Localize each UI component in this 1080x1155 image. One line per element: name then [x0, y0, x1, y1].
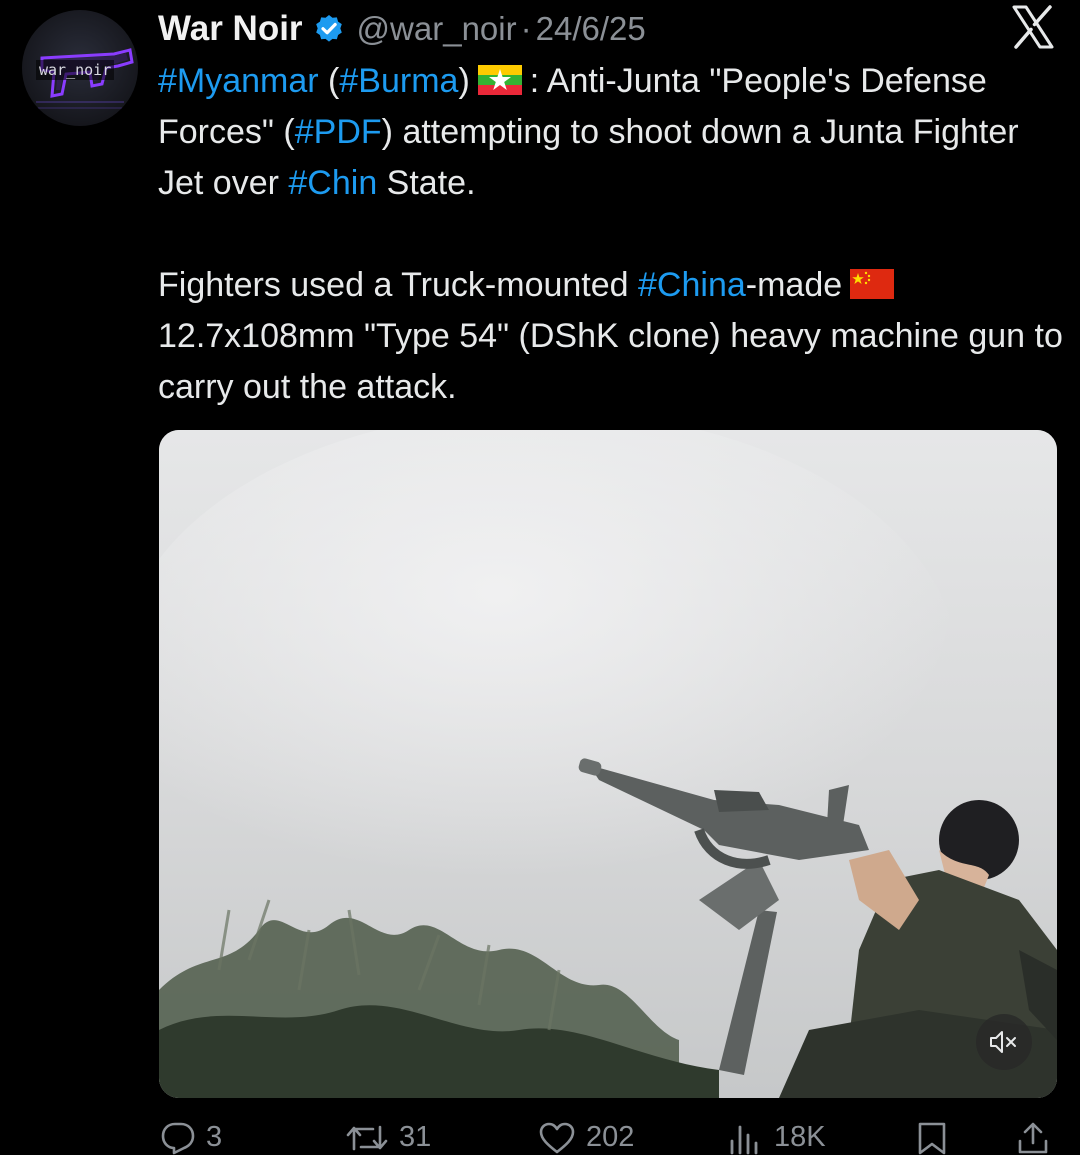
separator-dot: ·	[520, 10, 532, 47]
share-button[interactable]	[1016, 1120, 1060, 1155]
reply-bubble-icon	[161, 1122, 195, 1154]
hashtag-link[interactable]: #PDF	[295, 113, 382, 151]
x-logo-icon[interactable]	[1010, 4, 1056, 50]
hashtag-link[interactable]: #Burma	[339, 62, 458, 100]
verified-badge-icon	[315, 15, 342, 42]
bookmark-button[interactable]	[916, 1120, 958, 1155]
hashtag-link[interactable]: #Myanmar	[158, 62, 319, 100]
avatar-label: war_noir	[36, 60, 115, 80]
views-bar-icon	[730, 1125, 758, 1154]
china-flag-icon	[850, 269, 895, 299]
heart-icon	[539, 1122, 575, 1153]
like-count: 202	[586, 1121, 635, 1153]
avatar[interactable]: war_noir	[22, 10, 138, 126]
views-count: 18K	[774, 1121, 826, 1153]
repost-button[interactable]: 31	[345, 1120, 431, 1155]
bookmark-icon	[918, 1122, 946, 1154]
tweet-text-segment: )	[458, 62, 470, 100]
reply-button[interactable]: 3	[160, 1120, 222, 1155]
views-button[interactable]: 18K	[728, 1120, 826, 1155]
tweet-text-segment: (	[318, 62, 340, 100]
author-name[interactable]: War Noir	[158, 9, 303, 49]
tweet-text: #Myanmar (#Burma): Anti-Junta "People's …	[158, 56, 1063, 413]
post-date[interactable]: 24/6/25	[536, 10, 646, 48]
author-handle[interactable]: @war_noir	[357, 10, 517, 48]
hashtag-link[interactable]: #Chin	[288, 164, 377, 202]
share-icon	[1018, 1122, 1048, 1153]
mute-button[interactable]	[976, 1014, 1032, 1070]
tweet-text-segment: -made	[745, 266, 843, 304]
tweet-video[interactable]	[159, 430, 1057, 1098]
repost-icon	[346, 1125, 388, 1150]
tweet-header: War Noir @war_noir · 24/6/25	[158, 6, 646, 52]
tweet-paragraph-1: #Myanmar (#Burma): Anti-Junta "People's …	[158, 56, 1063, 209]
tweet-text-segment: State.	[377, 164, 476, 202]
reply-count: 3	[206, 1121, 223, 1153]
repost-count: 31	[399, 1121, 432, 1153]
myanmar-flag-icon	[477, 65, 522, 95]
volume-muted-icon	[990, 1031, 1016, 1053]
like-button[interactable]: 202	[538, 1120, 634, 1155]
video-frame-image	[159, 430, 1057, 1098]
tweet-text-segment: Fighters used a Truck-mounted	[158, 266, 639, 304]
action-bar: 3 31 202 18K	[0, 1120, 1080, 1155]
hashtag-link[interactable]: #China	[638, 266, 746, 304]
tweet-paragraph-2: Fighters used a Truck-mounted #China-mad…	[158, 260, 1063, 413]
tweet-text-segment: 12.7x108mm "Type 54" (DShK clone) heavy …	[158, 317, 1063, 406]
